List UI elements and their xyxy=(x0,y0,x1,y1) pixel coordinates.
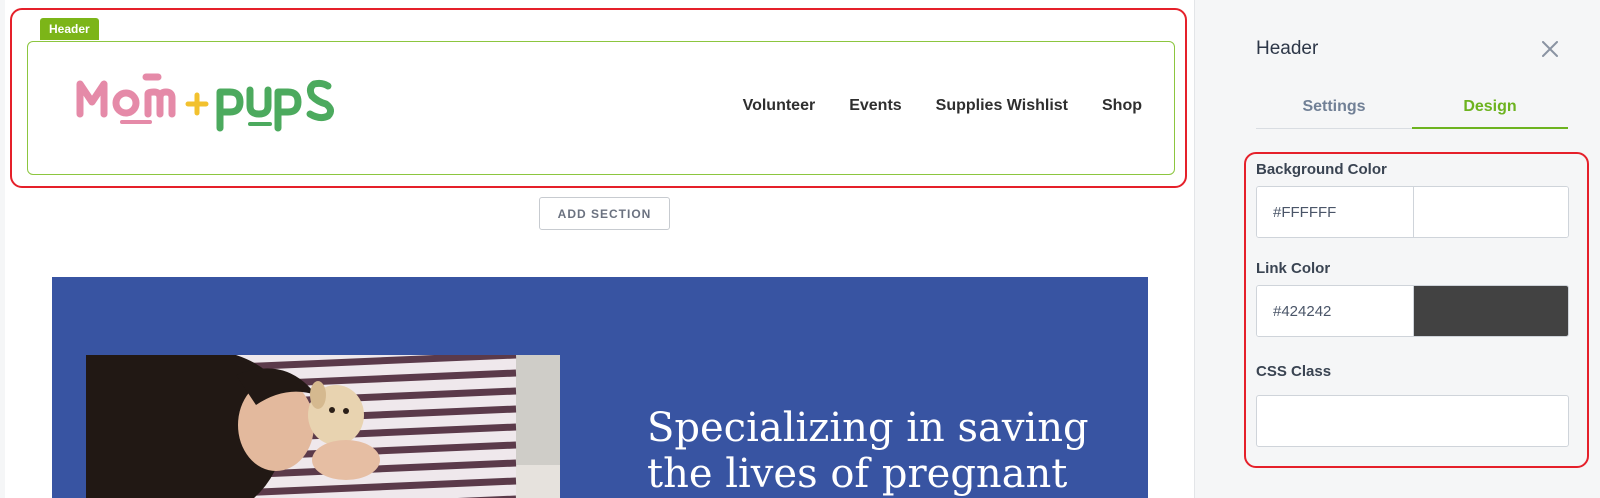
close-icon[interactable] xyxy=(1537,36,1563,62)
nav-link-volunteer[interactable]: Volunteer xyxy=(743,97,816,115)
css-class-label: CSS Class xyxy=(1256,363,1332,380)
link-color-input[interactable] xyxy=(1257,286,1414,336)
tab-design[interactable]: Design xyxy=(1412,92,1568,129)
nav-link-shop[interactable]: Shop xyxy=(1102,97,1142,115)
header-section[interactable]: Volunteer Events Supplies Wishlist Shop xyxy=(27,41,1175,175)
background-color-field xyxy=(1256,186,1569,238)
nav-link-events[interactable]: Events xyxy=(849,97,901,115)
background-color-input[interactable] xyxy=(1257,187,1414,237)
hero-section[interactable]: Specializing in saving the lives of preg… xyxy=(52,277,1148,498)
hero-title: Specializing in saving the lives of preg… xyxy=(647,405,1089,497)
link-color-field xyxy=(1256,285,1569,337)
editor-canvas: Header Volunteer Events Supplies Wishlis… xyxy=(5,0,1195,498)
nav-link-supplies-wishlist[interactable]: Supplies Wishlist xyxy=(936,97,1068,115)
panel-tabs: Settings Design xyxy=(1256,92,1568,129)
tab-settings[interactable]: Settings xyxy=(1256,92,1412,128)
panel-title: Header xyxy=(1256,38,1319,59)
main-navigation: Volunteer Events Supplies Wishlist Shop xyxy=(743,97,1142,115)
add-section-button[interactable]: ADD SECTION xyxy=(539,197,670,230)
css-class-input[interactable] xyxy=(1256,395,1569,447)
background-color-label: Background Color xyxy=(1256,161,1387,178)
link-color-swatch[interactable] xyxy=(1414,286,1568,336)
link-color-label: Link Color xyxy=(1256,260,1331,277)
background-color-swatch[interactable] xyxy=(1414,187,1568,237)
settings-panel: Header Settings Design Background Color … xyxy=(1219,0,1600,498)
header-section-tag[interactable]: Header xyxy=(40,18,99,40)
site-logo[interactable] xyxy=(74,72,354,132)
woman-with-puppy-photo xyxy=(86,355,560,498)
